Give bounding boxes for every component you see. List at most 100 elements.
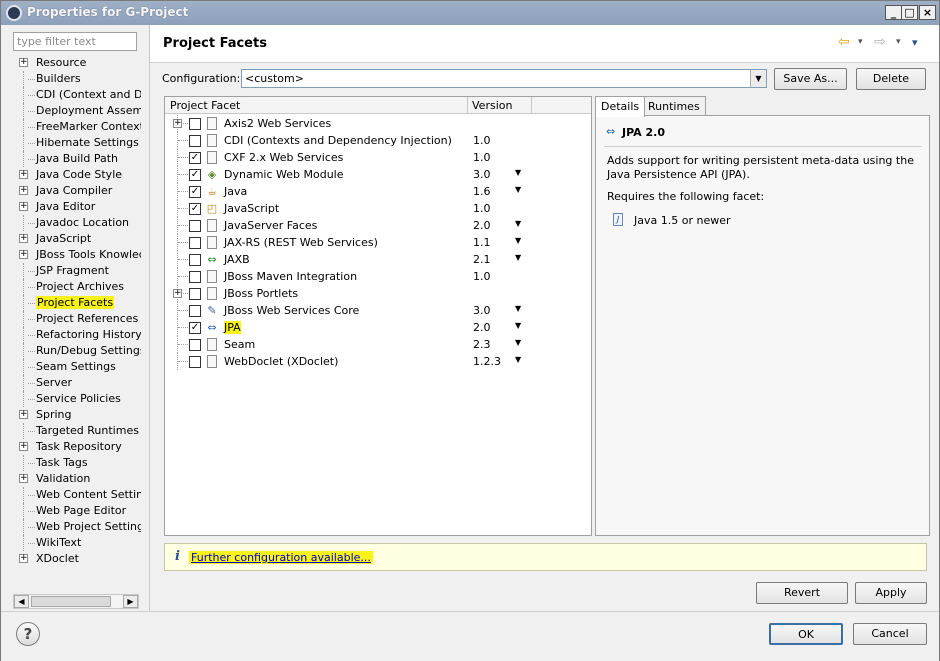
table-row[interactable]: ✎ JBoss Web Services Core 3.0 ▼ — [165, 302, 591, 319]
sidebar-item[interactable]: Hibernate Settings — [11, 135, 141, 151]
facet-checkbox[interactable] — [189, 271, 201, 283]
table-row[interactable]: CDI (Contexts and Dependency Injection) 1… — [165, 132, 591, 149]
delete-button[interactable]: Delete — [856, 68, 926, 90]
help-icon[interactable]: ? — [16, 622, 40, 646]
back-arrow-icon[interactable]: ⇦ — [838, 34, 850, 50]
facet-version[interactable]: 2.1 — [473, 253, 491, 266]
sidebar-item[interactable]: + Spring — [11, 407, 141, 423]
expand-icon[interactable]: + — [19, 442, 28, 451]
save-as-button[interactable]: Save As... — [774, 68, 847, 90]
expand-icon[interactable]: + — [19, 58, 28, 67]
configuration-select[interactable]: <custom> ▼ — [241, 69, 767, 88]
sidebar-item[interactable]: Task Tags — [11, 455, 141, 471]
table-row[interactable]: ✓ ⇔ JPA 2.0 ▼ — [165, 319, 591, 336]
close-button[interactable]: × — [919, 5, 936, 20]
facet-version[interactable]: 1.6 — [473, 185, 491, 198]
tab-details[interactable]: Details — [595, 96, 646, 117]
table-row[interactable]: WebDoclet (XDoclet) 1.2.3 ▼ — [165, 353, 591, 370]
minimize-button[interactable]: _ — [885, 5, 902, 20]
table-row[interactable]: Seam 2.3 ▼ — [165, 336, 591, 353]
expand-icon[interactable]: + — [19, 250, 28, 259]
expand-icon[interactable]: + — [19, 186, 28, 195]
column-header-version[interactable]: Version — [472, 99, 512, 112]
facet-checkbox[interactable] — [189, 288, 201, 300]
further-configuration-link[interactable]: Further configuration available... — [189, 551, 373, 564]
chevron-down-icon[interactable]: ▼ — [750, 70, 766, 87]
sidebar-item[interactable]: Refactoring History — [11, 327, 141, 343]
table-row[interactable]: ✓ ☕ Java 1.6 ▼ — [165, 183, 591, 200]
facet-checkbox[interactable] — [189, 135, 201, 147]
sidebar-item[interactable]: + JBoss Tools Knowledge Base — [11, 247, 141, 263]
sidebar-item[interactable]: Builders — [11, 71, 141, 87]
ok-button[interactable]: OK — [769, 623, 843, 645]
sidebar-item[interactable]: + Task Repository — [11, 439, 141, 455]
sidebar-item[interactable]: Web Content Settings — [11, 487, 141, 503]
tab-runtimes[interactable]: Runtimes — [642, 96, 706, 116]
expand-icon[interactable]: + — [19, 410, 28, 419]
chevron-down-icon[interactable]: ▼ — [515, 321, 521, 330]
chevron-down-icon[interactable]: ▼ — [515, 219, 521, 228]
sidebar-item[interactable]: Service Policies — [11, 391, 141, 407]
table-row[interactable]: JBoss Maven Integration 1.0 — [165, 268, 591, 285]
table-row[interactable]: ✓ ◈ Dynamic Web Module 3.0 ▼ — [165, 166, 591, 183]
expand-icon[interactable]: + — [19, 554, 28, 563]
facet-checkbox[interactable]: ✓ — [189, 186, 201, 198]
chevron-down-icon[interactable]: ▼ — [515, 355, 521, 364]
sidebar-item[interactable]: JSP Fragment — [11, 263, 141, 279]
filter-input[interactable]: type filter text — [13, 32, 137, 51]
view-menu-icon[interactable]: ▾ — [912, 36, 918, 49]
table-row[interactable]: JavaServer Faces 2.0 ▼ — [165, 217, 591, 234]
sidebar-item[interactable]: + Java Code Style — [11, 167, 141, 183]
sidebar-item[interactable]: Targeted Runtimes — [11, 423, 141, 439]
sidebar-item[interactable]: + Resource — [11, 55, 141, 71]
sidebar-item[interactable]: + Java Editor — [11, 199, 141, 215]
facet-checkbox[interactable]: ✓ — [189, 322, 201, 334]
nav-horizontal-scrollbar[interactable]: ◀ ▶ — [13, 594, 139, 609]
facet-checkbox[interactable] — [189, 339, 201, 351]
facet-checkbox[interactable] — [189, 356, 201, 368]
facet-checkbox[interactable]: ✓ — [189, 152, 201, 164]
chevron-down-icon[interactable]: ▼ — [515, 236, 521, 245]
facet-checkbox[interactable] — [189, 237, 201, 249]
sidebar-item[interactable]: + Java Compiler — [11, 183, 141, 199]
chevron-down-icon[interactable]: ▼ — [515, 168, 521, 177]
revert-button[interactable]: Revert — [756, 582, 848, 604]
table-row[interactable]: ✓ CXF 2.x Web Services 1.0 — [165, 149, 591, 166]
facet-version[interactable]: 2.0 — [473, 321, 491, 334]
back-history-chevron-icon[interactable]: ▾ — [858, 37, 863, 47]
chevron-down-icon[interactable]: ▼ — [515, 253, 521, 262]
column-header-facet[interactable]: Project Facet — [170, 99, 240, 112]
sidebar-item[interactable]: + XDoclet — [11, 551, 141, 567]
title-bar[interactable]: Properties for G-Project _ □ × — [1, 1, 939, 25]
expand-icon[interactable]: + — [19, 234, 28, 243]
facet-version[interactable]: 3.0 — [473, 304, 491, 317]
facet-version[interactable]: 3.0 — [473, 168, 491, 181]
expand-icon[interactable]: + — [173, 119, 182, 128]
table-row[interactable]: ✓ ◰ JavaScript 1.0 — [165, 200, 591, 217]
facet-checkbox[interactable] — [189, 305, 201, 317]
sidebar-item[interactable]: Project Archives — [11, 279, 141, 295]
sidebar-item[interactable]: FreeMarker Context — [11, 119, 141, 135]
chevron-down-icon[interactable]: ▼ — [515, 338, 521, 347]
sidebar-item[interactable]: + Validation — [11, 471, 141, 487]
scroll-thumb[interactable] — [31, 596, 111, 607]
sidebar-item[interactable]: Project Facets — [11, 295, 141, 311]
chevron-down-icon[interactable]: ▼ — [515, 185, 521, 194]
scroll-right-arrow-icon[interactable]: ▶ — [123, 595, 138, 608]
facet-checkbox[interactable]: ✓ — [189, 169, 201, 181]
expand-icon[interactable]: + — [19, 170, 28, 179]
sidebar-item[interactable]: Project References — [11, 311, 141, 327]
facet-version[interactable]: 2.0 — [473, 219, 491, 232]
apply-button[interactable]: Apply — [855, 582, 927, 604]
sidebar-item[interactable]: Web Page Editor — [11, 503, 141, 519]
facet-checkbox[interactable] — [189, 254, 201, 266]
table-row[interactable]: ⇔ JAXB 2.1 ▼ — [165, 251, 591, 268]
maximize-button[interactable]: □ — [901, 5, 918, 20]
table-row[interactable]: JAX-RS (REST Web Services) 1.1 ▼ — [165, 234, 591, 251]
expand-icon[interactable]: + — [173, 289, 182, 298]
facet-version[interactable]: 1.2.3 — [473, 355, 501, 368]
expand-icon[interactable]: + — [19, 474, 28, 483]
table-row[interactable]: + JBoss Portlets — [165, 285, 591, 302]
facet-checkbox[interactable] — [189, 118, 201, 130]
facet-version[interactable]: 2.3 — [473, 338, 491, 351]
